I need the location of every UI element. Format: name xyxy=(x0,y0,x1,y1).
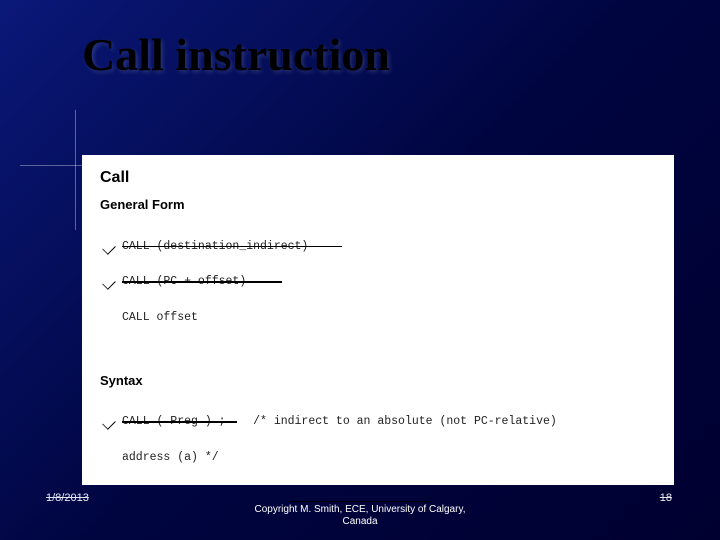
footer-line-1: Copyright M. Smith, ECE, University of C… xyxy=(0,504,720,516)
tick-icon xyxy=(102,241,116,255)
slide-title-area: Call instruction xyxy=(82,28,660,81)
strike-line xyxy=(290,501,430,503)
slide-page-number: 18 xyxy=(660,492,672,504)
doc-heading: Call xyxy=(100,169,656,187)
slide-date: 1/8/2013 xyxy=(46,492,89,504)
slide-footer: Copyright M. Smith, ECE, University of C… xyxy=(0,504,720,528)
content-panel: Call General Form CALL (destination_indi… xyxy=(82,155,674,485)
strike-line xyxy=(122,421,237,423)
strike-line xyxy=(122,281,282,283)
syntax-block: CALL ( Preg ) ; /* indirect to an absolu… xyxy=(122,396,656,486)
footer-line-2: Canada xyxy=(0,516,720,528)
strike-line xyxy=(122,246,342,248)
tick-icon xyxy=(102,417,116,431)
tick-icon xyxy=(102,277,116,291)
gf-line-3: CALL offset xyxy=(122,309,656,327)
syntax-label: Syntax xyxy=(100,373,656,388)
sx-text-1b: address (a) */ xyxy=(122,451,219,464)
sx-line-1b: address (a) */ xyxy=(122,449,656,467)
sx-line-1: CALL ( Preg ) ; /* indirect to an absolu… xyxy=(122,413,656,431)
gf-line-2: CALL (PC + offset) xyxy=(122,273,656,291)
general-form-block: CALL (destination_indirect) CALL (PC + o… xyxy=(122,220,656,363)
gf-line-1: CALL (destination_indirect) xyxy=(122,238,656,256)
general-form-label: General Form xyxy=(100,197,656,212)
slide-title: Call instruction xyxy=(82,28,660,81)
gf-text-3: CALL offset xyxy=(122,311,198,324)
